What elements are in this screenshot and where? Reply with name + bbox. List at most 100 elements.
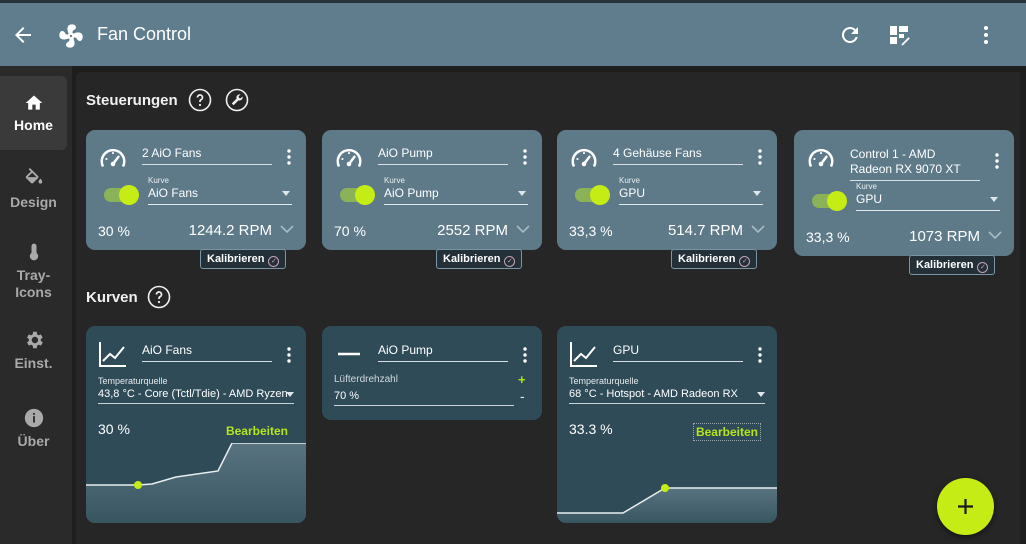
- fan-speed-input[interactable]: 70 %: [334, 390, 514, 406]
- top-app-bar: Fan Control: [0, 0, 1026, 66]
- sidebar-item-about[interactable]: Über: [0, 404, 67, 478]
- curve-select[interactable]: AiO Pump: [384, 186, 528, 205]
- calibrate-button[interactable]: Kalibrieren ✓: [436, 249, 523, 269]
- fan-icon: [59, 24, 83, 48]
- sidebar-item-label: Home: [14, 117, 53, 133]
- more-vert-icon[interactable]: [522, 346, 528, 364]
- curve-card[interactable]: GPU Temperaturquelle 68 °C - Hotspot - A…: [557, 326, 777, 523]
- enable-toggle-knob[interactable]: [827, 191, 847, 211]
- wrench-icon[interactable]: [225, 88, 249, 112]
- edit-button[interactable]: Bearbeiten: [692, 423, 761, 441]
- temperature-source-label: Temperaturquelle: [98, 376, 168, 386]
- sidebar-item-label: Über: [17, 433, 50, 449]
- control-name[interactable]: 4 Gehäuse Fans: [613, 146, 743, 165]
- control-percent: 30 %: [98, 223, 130, 239]
- curve-select[interactable]: GPU: [856, 192, 1000, 211]
- dropdown-arrow-icon[interactable]: [757, 392, 765, 397]
- curve-card[interactable]: AiO Fans Temperaturquelle 43,8 °C - Core…: [86, 326, 306, 523]
- temperature-source-select[interactable]: 68 °C - Hotspot - AMD Radeon RX: [569, 388, 765, 404]
- control-card[interactable]: 2 AiO Fans Kurve AiO Fans 30 % 1244.2 RP…: [86, 130, 306, 250]
- enable-toggle-knob[interactable]: [119, 185, 139, 205]
- curve-percent: 33.3 %: [569, 421, 613, 437]
- chevron-down-icon[interactable]: [988, 230, 1002, 240]
- curve-graph: [557, 484, 777, 523]
- more-vert-icon[interactable]: [974, 23, 998, 47]
- chevron-down-icon[interactable]: [280, 224, 294, 234]
- sidebar-item-tray-icons[interactable]: Tray- Icons: [0, 238, 67, 312]
- increment-button[interactable]: +: [518, 372, 526, 387]
- curve-select-label: Kurve: [856, 182, 877, 191]
- control-rpm: 514.7 RPM: [667, 222, 743, 239]
- chevron-down-icon[interactable]: [516, 224, 530, 234]
- help-icon[interactable]: [147, 285, 171, 309]
- dashboard-edit-icon[interactable]: [887, 23, 911, 47]
- sidebar-item-settings[interactable]: Einst.: [0, 326, 67, 400]
- plus-icon: [958, 499, 973, 514]
- enable-toggle-knob[interactable]: [590, 185, 610, 205]
- temperature-source-select[interactable]: 43,8 °C - Core (Tctl/Tdie) - AMD Ryzen: [98, 388, 294, 404]
- curve-name[interactable]: AiO Pump: [378, 343, 508, 362]
- control-rpm: 2552 RPM: [437, 222, 508, 239]
- sidebar-item-home[interactable]: Home: [0, 76, 67, 150]
- speedometer-icon: [336, 148, 362, 168]
- control-card[interactable]: 4 Gehäuse Fans Kurve GPU 33,3 % 514.7 RP…: [557, 130, 777, 250]
- dropdown-arrow-icon[interactable]: [282, 191, 290, 196]
- chevron-down-icon[interactable]: [751, 224, 765, 234]
- calibrate-button[interactable]: Kalibrieren ✓: [671, 249, 758, 269]
- control-name[interactable]: Control 1 - AMD Radeon RX 9070 XT: [850, 147, 980, 181]
- app-window: Fan Control Home Design Tray- Icons Eins…: [0, 0, 1026, 544]
- control-name[interactable]: AiO Pump: [378, 146, 508, 165]
- sidebar-item-label-line2: Icons: [15, 284, 52, 300]
- sidebar-item-label: Tray-: [16, 267, 51, 283]
- dropdown-arrow-icon[interactable]: [518, 191, 526, 196]
- curve-select[interactable]: AiO Fans: [148, 186, 292, 205]
- help-icon[interactable]: [188, 88, 212, 112]
- enable-toggle-knob[interactable]: [355, 185, 375, 205]
- more-vert-icon[interactable]: [757, 148, 763, 166]
- more-vert-icon[interactable]: [994, 152, 1000, 170]
- more-vert-icon[interactable]: [286, 346, 292, 364]
- control-card[interactable]: AiO Pump Kurve AiO Pump 70 % 2552 RPM: [322, 130, 542, 250]
- section-title-curves: Kurven: [86, 289, 138, 306]
- more-vert-icon[interactable]: [286, 148, 292, 166]
- sidebar: Home Design Tray- Icons Einst. Über: [0, 66, 72, 544]
- calibrate-button[interactable]: Kalibrieren ✓: [909, 255, 996, 275]
- check-circle-icon: ✓: [977, 262, 989, 273]
- curve-select[interactable]: GPU: [619, 186, 763, 205]
- control-name[interactable]: 2 AiO Fans: [142, 146, 272, 165]
- calibrate-button[interactable]: Kalibrieren ✓: [200, 249, 287, 269]
- dropdown-arrow-icon[interactable]: [753, 191, 761, 196]
- refresh-icon[interactable]: [838, 23, 862, 47]
- home-icon: [25, 95, 42, 110]
- curve-card[interactable]: AiO Pump Lüfterdrehzahl 70 % + -: [322, 326, 542, 420]
- curve-name[interactable]: AiO Fans: [142, 343, 272, 362]
- curve-percent: 30 %: [98, 421, 130, 437]
- add-button[interactable]: [937, 478, 994, 535]
- calibrate-label: Kalibrieren: [207, 253, 265, 265]
- control-percent: 33,3 %: [806, 229, 850, 245]
- edit-button[interactable]: Bearbeiten: [224, 423, 290, 439]
- dropdown-arrow-icon[interactable]: [990, 197, 998, 202]
- sidebar-item-label: Einst.: [14, 355, 53, 371]
- curve-name[interactable]: GPU: [613, 343, 743, 362]
- control-card[interactable]: Control 1 - AMD Radeon RX 9070 XT Kurve …: [794, 130, 1014, 256]
- graph-icon: [570, 342, 597, 367]
- more-vert-icon[interactable]: [757, 346, 763, 364]
- sidebar-item-design[interactable]: Design: [0, 160, 67, 234]
- more-vert-icon[interactable]: [522, 148, 528, 166]
- curve-select-label: Kurve: [148, 176, 169, 185]
- back-arrow-icon[interactable]: [10, 23, 36, 47]
- check-circle-icon: ✓: [268, 256, 280, 267]
- sidebar-item-label: Design: [10, 194, 57, 210]
- speedometer-icon: [571, 148, 597, 168]
- section-title-controls: Steuerungen: [86, 92, 178, 109]
- calibrate-label: Kalibrieren: [443, 253, 501, 265]
- decrement-button[interactable]: -: [520, 388, 525, 404]
- speedometer-icon: [100, 148, 126, 168]
- app-title: Fan Control: [97, 24, 192, 44]
- control-percent: 33,3 %: [569, 223, 613, 239]
- current-point: [134, 481, 142, 489]
- dropdown-arrow-icon[interactable]: [286, 392, 294, 397]
- check-circle-icon: ✓: [739, 256, 751, 267]
- info-icon: [24, 408, 43, 428]
